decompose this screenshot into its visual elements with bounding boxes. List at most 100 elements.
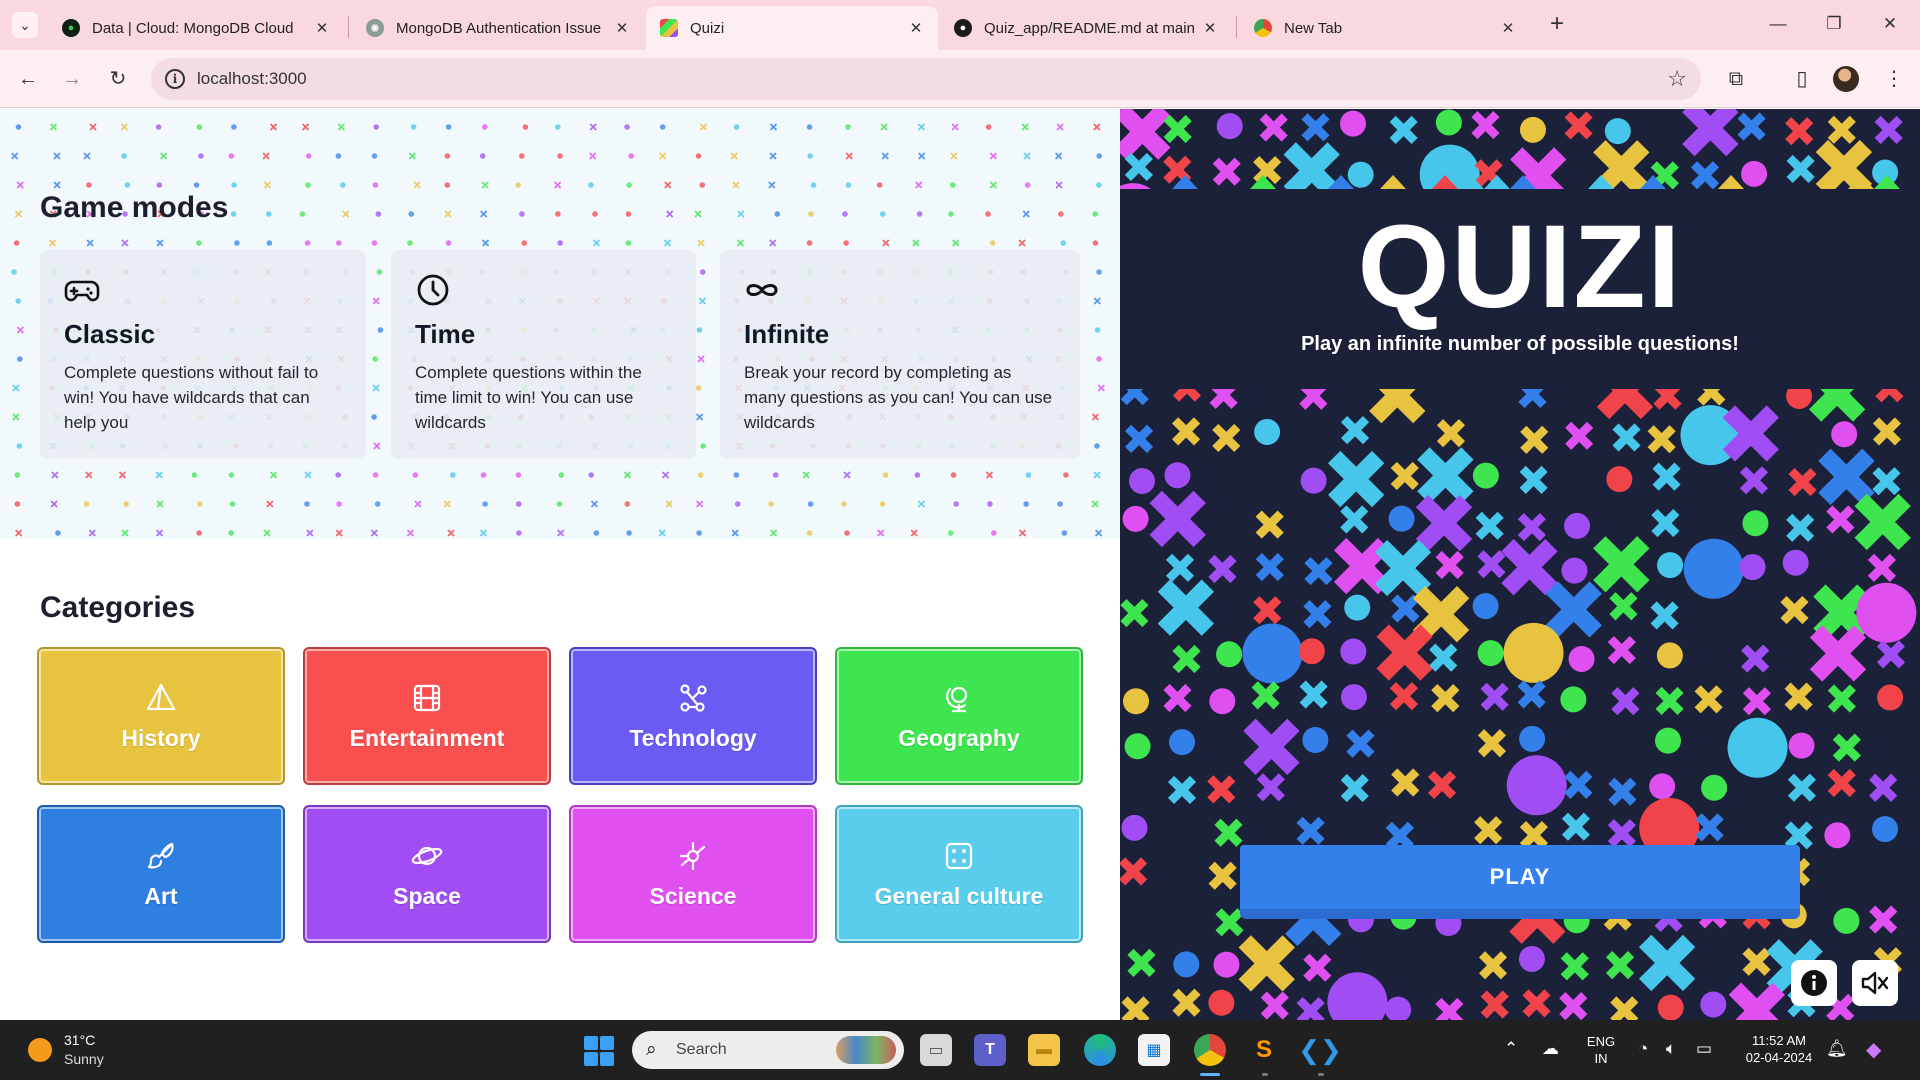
mode-card-time[interactable]: Time Complete questions within the time … xyxy=(391,250,696,459)
profile-avatar[interactable] xyxy=(1833,66,1859,92)
pattern-circle xyxy=(1298,638,1325,665)
pattern-cross xyxy=(1832,733,1861,762)
category-space[interactable]: Space xyxy=(303,805,551,943)
pattern-cross xyxy=(1055,181,1063,189)
sun-icon[interactable] xyxy=(28,1038,52,1062)
mute-button[interactable] xyxy=(1852,960,1898,1006)
tab-close-icon[interactable]: ✕ xyxy=(1200,19,1220,37)
back-button[interactable]: ← xyxy=(14,65,42,93)
onedrive-icon[interactable]: ☁ xyxy=(1542,1039,1559,1059)
copilot-icon[interactable]: ◆ xyxy=(1866,1037,1881,1062)
category-history[interactable]: History xyxy=(37,647,285,785)
pattern-dot xyxy=(772,472,779,478)
clock[interactable]: 11:52 AM 02-04-2024 xyxy=(1734,1032,1824,1066)
pattern-cross xyxy=(121,239,129,247)
battery-icon[interactable]: ▭ xyxy=(1696,1039,1712,1059)
pattern-circle xyxy=(1472,593,1499,620)
pattern-dot xyxy=(198,153,204,159)
sublime-icon[interactable]: S xyxy=(1248,1034,1280,1066)
extensions-icon[interactable]: ⧉ xyxy=(1722,65,1750,93)
address-bar[interactable]: i localhost:3000 ☆ xyxy=(151,58,1701,100)
start-button[interactable] xyxy=(584,1036,614,1066)
volume-icon[interactable]: 🔈︎ xyxy=(1666,1039,1676,1059)
pattern-cross xyxy=(156,500,164,508)
wifi-icon[interactable]: ◔ xyxy=(1638,1039,1648,1059)
pattern-dot xyxy=(953,501,959,507)
pattern-circle xyxy=(1606,466,1633,493)
new-tab-button[interactable]: + xyxy=(1543,10,1571,38)
bookmark-star-icon[interactable]: ☆ xyxy=(1667,66,1687,92)
reload-button[interactable]: ↻ xyxy=(104,65,132,93)
pattern-cross xyxy=(1694,685,1723,714)
restore-button[interactable]: ❐ xyxy=(1814,8,1854,40)
tab-new-tab[interactable]: New Tab ✕ xyxy=(1240,6,1530,50)
folder-icon[interactable]: ▬ xyxy=(1028,1034,1060,1066)
pattern-cross xyxy=(1809,625,1867,682)
pattern-cross xyxy=(697,239,705,247)
chrome-icon[interactable] xyxy=(1194,1034,1226,1066)
pattern-cross xyxy=(1390,461,1419,491)
play-button[interactable]: PLAY xyxy=(1240,845,1800,919)
atom-icon xyxy=(679,841,706,870)
pattern-cross xyxy=(1650,601,1679,630)
pattern-dot xyxy=(412,472,419,478)
info-button[interactable] xyxy=(1791,960,1837,1006)
teams-icon[interactable]: T xyxy=(974,1034,1006,1066)
edge-icon[interactable] xyxy=(1084,1034,1116,1066)
category-technology[interactable]: Technology xyxy=(569,647,817,785)
url-text[interactable]: localhost:3000 xyxy=(197,69,307,89)
weather-description[interactable]: Sunny xyxy=(64,1051,104,1067)
category-entertainment[interactable]: Entertainment xyxy=(303,647,551,785)
pattern-cross xyxy=(372,384,380,392)
site-info-icon[interactable]: i xyxy=(165,69,185,89)
pattern-dot xyxy=(196,124,203,130)
tab-close-icon[interactable]: ✕ xyxy=(612,19,632,37)
tab-close-icon[interactable]: ✕ xyxy=(312,19,332,37)
browser-menu-icon[interactable]: ⋮ xyxy=(1880,65,1908,93)
pattern-dot xyxy=(1096,269,1102,275)
pattern-cross xyxy=(1303,600,1332,629)
weather-temperature[interactable]: 31°C xyxy=(64,1032,95,1048)
notification-bell-icon[interactable]: 🔔︎ xyxy=(1826,1039,1848,1059)
tab-chatgpt[interactable]: ✺ MongoDB Authentication Issue ✕ xyxy=(352,6,644,50)
store-icon[interactable]: ▦ xyxy=(1138,1034,1170,1066)
forward-button[interactable]: → xyxy=(58,65,86,93)
pattern-cross xyxy=(1208,861,1237,890)
pattern-cross xyxy=(1243,718,1300,776)
mode-card-classic[interactable]: Classic Complete questions without fail … xyxy=(40,250,366,459)
mode-card-infinite[interactable]: Infinite Break your record by completing… xyxy=(720,250,1080,459)
file-explorer-icon[interactable]: ▭ xyxy=(920,1034,952,1066)
tab-github[interactable]: ● Quiz_app/README.md at main ✕ xyxy=(940,6,1232,50)
tab-close-icon[interactable]: ✕ xyxy=(906,19,926,37)
pattern-cross xyxy=(413,181,421,189)
tab-close-icon[interactable]: ✕ xyxy=(1498,19,1518,37)
pattern-cross xyxy=(1652,462,1681,491)
side-panel-icon[interactable]: ▯ xyxy=(1788,65,1816,93)
chevron-up-icon[interactable]: ⌃ xyxy=(1504,1039,1518,1059)
pattern-dot xyxy=(521,240,528,246)
vscode-icon[interactable]: ❮❯ xyxy=(1298,1034,1342,1066)
pattern-dot xyxy=(228,153,235,159)
language-indicator[interactable]: ENG IN xyxy=(1584,1033,1618,1067)
pattern-cross xyxy=(1253,596,1282,625)
taskbar-search[interactable]: ⌕ Search xyxy=(632,1031,904,1069)
category-science[interactable]: Science xyxy=(569,805,817,943)
minimize-button[interactable]: — xyxy=(1758,8,1798,40)
tab-quizi[interactable]: Quizi ✕ xyxy=(646,6,938,50)
game-modes-title: Game modes xyxy=(40,191,229,224)
tab-mongodb-cloud[interactable]: ● Data | Cloud: MongoDB Cloud ✕ xyxy=(48,6,344,50)
category-geography[interactable]: Geography xyxy=(835,647,1083,785)
browser-toolbar: ← → ↻ i localhost:3000 ☆ ⧉ ▯ ⋮ xyxy=(0,50,1920,108)
pattern-cross xyxy=(589,152,597,160)
pattern-dot xyxy=(482,124,488,130)
pattern-cross xyxy=(11,152,19,160)
close-window-button[interactable]: ✕ xyxy=(1870,8,1910,40)
pattern-cross xyxy=(1474,816,1503,845)
category-general-culture[interactable]: General culture xyxy=(835,805,1083,943)
tab-search-button[interactable]: ⌄ xyxy=(12,12,38,38)
active-app-indicator xyxy=(1200,1073,1220,1076)
pattern-cross xyxy=(89,123,97,131)
pattern-dot xyxy=(372,472,379,478)
pattern-circle xyxy=(1561,557,1588,584)
category-art[interactable]: Art xyxy=(37,805,285,943)
